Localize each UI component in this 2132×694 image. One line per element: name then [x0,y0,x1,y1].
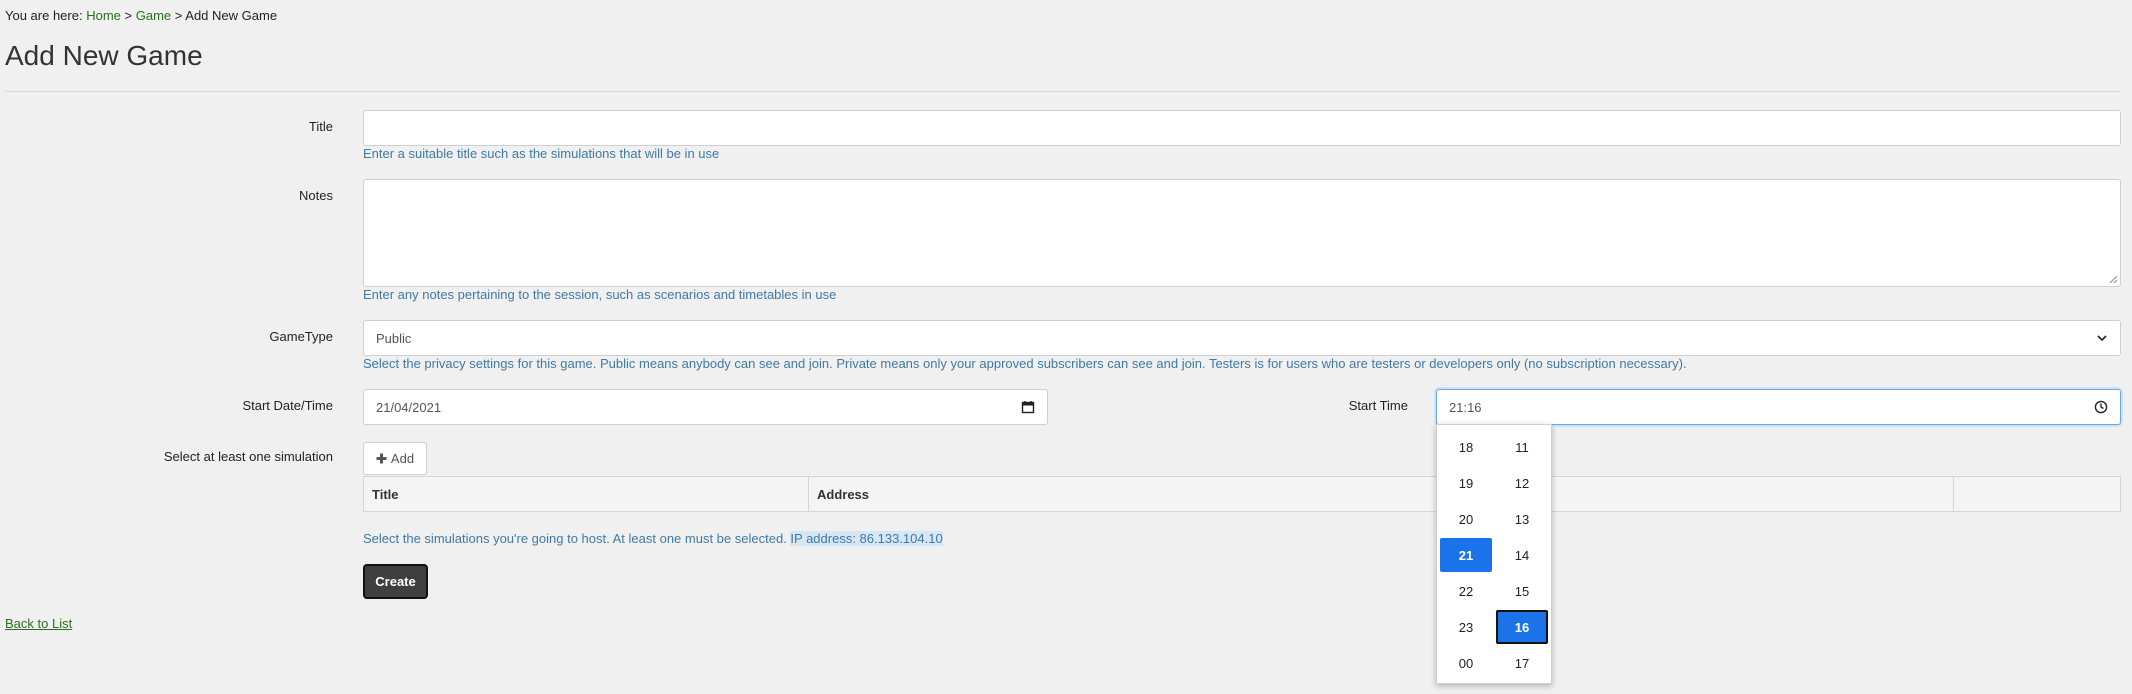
ip-address: IP address: 86.133.104.10 [790,531,943,546]
simulation-help-text: Select the simulations you're going to h… [363,531,787,546]
gametype-select-value: Public [376,330,412,346]
minute-option[interactable]: 13 [1496,502,1548,536]
chevron-down-icon [2096,332,2108,344]
add-simulation-button[interactable]: Add [363,442,427,475]
page-title: Add New Game [5,40,203,71]
breadcrumb-prefix: You are here: [5,8,83,23]
title-help: Enter a suitable title such as the simul… [363,146,720,161]
plus-icon [376,453,387,464]
hour-option[interactable]: 23 [1440,610,1492,644]
hour-option[interactable]: 18 [1440,430,1492,464]
column-header-actions [1954,477,2120,511]
gametype-help: Select the privacy settings for this gam… [363,356,1687,371]
breadcrumb-separator: > [174,8,183,23]
resize-handle-icon[interactable] [2108,274,2118,284]
notes-label: Notes [299,188,333,203]
hour-option[interactable]: 22 [1440,574,1492,608]
start-date-input[interactable]: 21/04/2021 [363,389,1048,425]
minute-option[interactable]: 15 [1496,574,1548,608]
minute-option[interactable]: 11 [1496,430,1548,464]
divider [5,91,2120,92]
hour-option-selected[interactable]: 21 [1440,538,1492,572]
simulation-table: Title Address [363,476,2121,512]
back-to-list-link[interactable]: Back to List [5,616,72,631]
simulation-help: Select the simulations you're going to h… [363,531,943,546]
add-simulation-label: Add [390,451,415,466]
breadcrumb: You are here: Home > Game > Add New Game [5,8,277,23]
breadcrumb-current: Add New Game [185,8,278,23]
title-input[interactable] [363,110,2121,146]
title-label: Title [308,119,333,134]
gametype-select[interactable]: Public [363,320,2121,356]
minute-option[interactable]: 14 [1496,538,1548,572]
start-date-value: 21/04/2021 [376,399,442,415]
start-time-label: Start Time [1348,398,1408,413]
minute-column[interactable]: 11 12 13 14 15 16 17 [1496,430,1548,682]
hour-option[interactable]: 20 [1440,502,1492,536]
breadcrumb-game-link[interactable]: Game [136,8,171,23]
minute-option-selected[interactable]: 16 [1496,610,1548,644]
breadcrumb-separator: > [124,8,133,23]
column-header-address[interactable]: Address [809,477,1954,511]
start-time-value: 21:16 [1449,399,1482,415]
time-picker-dropdown: 18 19 20 21 22 23 00 11 12 13 14 15 16 1… [1436,424,1552,684]
simulation-label: Select at least one simulation [163,449,333,464]
notes-textarea[interactable] [363,179,2121,287]
hour-option[interactable]: 00 [1440,646,1492,680]
gametype-label: GameType [269,329,333,344]
breadcrumb-home-link[interactable]: Home [86,8,121,23]
column-header-title[interactable]: Title [364,477,809,511]
hour-option[interactable]: 19 [1440,466,1492,500]
start-date-label: Start Date/Time [242,398,333,413]
notes-help: Enter any notes pertaining to the sessio… [363,287,837,302]
clock-icon[interactable] [2094,400,2108,414]
create-button[interactable]: Create [363,564,428,599]
minute-option[interactable]: 12 [1496,466,1548,500]
calendar-icon[interactable] [1021,400,1035,414]
start-time-input[interactable]: 21:16 [1436,389,2121,425]
hour-column[interactable]: 18 19 20 21 22 23 00 [1440,430,1492,682]
minute-option[interactable]: 17 [1496,646,1548,680]
